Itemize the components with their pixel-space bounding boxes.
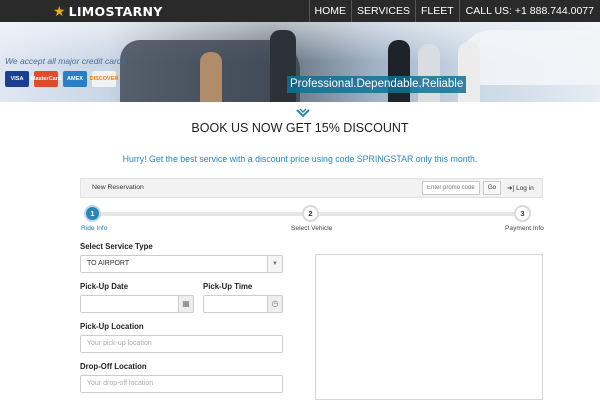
hero-banner: We accept all major credit cards VISA Ma… <box>0 22 600 102</box>
step-2-indicator: 2 <box>302 205 319 222</box>
caret-down-icon: ▼ <box>267 255 283 273</box>
panel-title: New Reservation <box>92 184 144 191</box>
dropoff-location-label: Drop-Off Location <box>80 362 147 371</box>
banner-slogan: Professional.Dependable.Reliable <box>287 76 467 93</box>
service-type-select[interactable]: TO AIRPORT ▼ <box>80 255 283 273</box>
discover-card-icon: DISCOVER <box>90 71 118 87</box>
banner-person-image <box>200 52 222 102</box>
nav-fleet[interactable]: FLEET <box>414 0 459 22</box>
promo-message: Hurry! Get the best service with a disco… <box>122 154 478 164</box>
nav-services[interactable]: SERVICES <box>351 0 415 22</box>
site-logo[interactable]: ★ LIMOSTARNY <box>53 2 163 20</box>
sign-in-icon: ➜] <box>507 185 515 192</box>
credit-cards-text: We accept all major credit cards <box>5 56 126 66</box>
promo-code-input[interactable] <box>422 181 480 195</box>
route-map-panel[interactable] <box>315 254 543 400</box>
amex-card-icon: AMEX <box>63 71 87 87</box>
nav-home[interactable]: HOME <box>308 0 352 22</box>
clock-icon[interactable]: ◷ <box>267 295 283 313</box>
pickup-date-label: Pick-Up Date <box>80 282 129 291</box>
reservation-panel-header: New Reservation Go ➜] Log in <box>80 178 543 198</box>
page-title: BOOK US NOW GET 15% DISCOUNT <box>191 121 409 135</box>
step-1-indicator: 1 <box>84 205 101 222</box>
step-1-label: Ride Info <box>81 225 108 232</box>
calendar-icon[interactable]: ▦ <box>178 295 194 313</box>
pickup-location-label: Pick-Up Location <box>80 322 144 331</box>
credit-card-logos: VISA MasterCard AMEX DISCOVER <box>5 71 118 87</box>
star-icon: ★ <box>53 3 66 19</box>
pickup-location-input[interactable]: Your pick-up location <box>80 335 283 353</box>
mastercard-icon: MasterCard <box>31 71 61 87</box>
step-3-indicator: 3 <box>514 205 531 222</box>
top-navbar: ★ LIMOSTARNY HOME SERVICES FLEET CALL US… <box>0 0 600 22</box>
service-type-label: Select Service Type <box>80 242 153 251</box>
chevron-down-icon <box>296 108 310 118</box>
dropoff-location-input[interactable]: Your drop-off location <box>80 375 283 393</box>
login-link[interactable]: ➜] Log in <box>507 184 534 192</box>
promo-go-button[interactable]: Go <box>483 181 501 195</box>
nav-call-us[interactable]: CALL US: +1 888.744.0077 <box>458 0 600 22</box>
logo-text: LIMOSTARNY <box>68 3 163 19</box>
main-nav: HOME SERVICES FLEET CALL US: +1 888.744.… <box>308 0 600 22</box>
pickup-date-field[interactable]: ▦ <box>80 295 194 313</box>
visa-card-icon: VISA <box>5 71 29 87</box>
banner-person-image <box>458 42 480 102</box>
login-label: Log in <box>516 185 534 192</box>
step-3-label: Payment Info <box>505 225 544 232</box>
step-2-label: Select Vehicle <box>291 225 333 232</box>
banner-person-image <box>418 44 440 102</box>
pickup-time-label: Pick-Up Time <box>203 282 253 291</box>
banner-jet-image <box>460 30 600 85</box>
service-type-value: TO AIRPORT <box>87 260 130 267</box>
pickup-time-field[interactable]: ◷ <box>203 295 283 313</box>
